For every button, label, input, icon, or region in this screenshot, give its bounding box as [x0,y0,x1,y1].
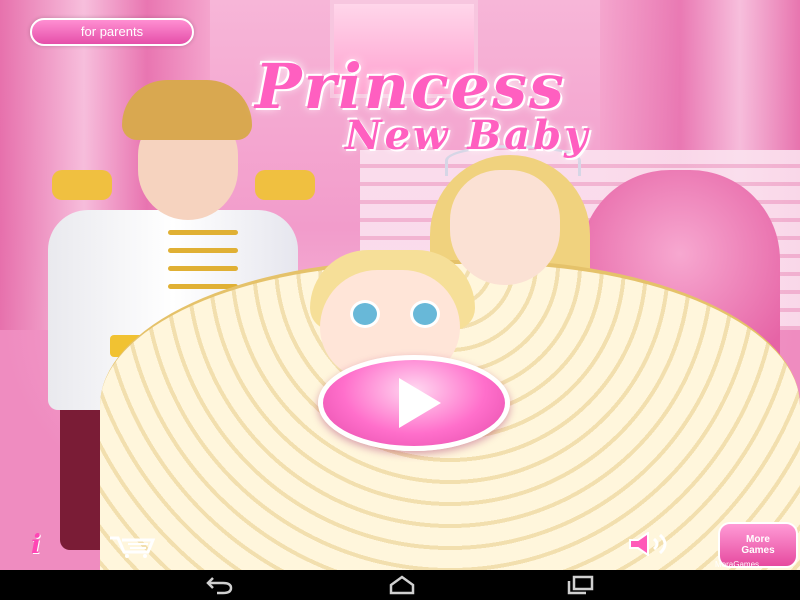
more-games-label-1: More [746,534,770,545]
recent-apps-button[interactable] [550,570,610,600]
cart-icon [110,536,156,558]
play-icon [399,378,441,428]
prince-epaulette-right [255,170,315,200]
play-button[interactable] [318,355,510,451]
baby-eye-right [410,300,440,328]
for-parents-button[interactable]: for parents [30,18,194,46]
sound-button[interactable] [624,532,676,556]
shop-button[interactable] [108,534,156,558]
back-icon [206,577,233,595]
more-games-label-2: Games [741,545,775,556]
android-navigation-bar [0,570,800,600]
recent-apps-icon [567,575,594,595]
game-title: Princess New Baby [235,30,775,170]
info-icon: i [31,530,41,560]
home-button[interactable] [372,570,432,600]
prince-hair [122,80,252,140]
brand-label: MoraGames [715,560,760,569]
prince-braid [168,248,238,253]
info-button[interactable]: i [24,530,48,560]
baby-eye-left [350,300,380,328]
prince-braid [168,230,238,235]
title-line-2: New Baby [345,112,591,159]
speaker-icon [629,532,667,556]
prince-braid [168,266,238,271]
prince-epaulette-left [52,170,112,200]
home-icon [389,575,415,595]
back-button[interactable] [190,570,250,600]
princess-face [450,170,560,285]
